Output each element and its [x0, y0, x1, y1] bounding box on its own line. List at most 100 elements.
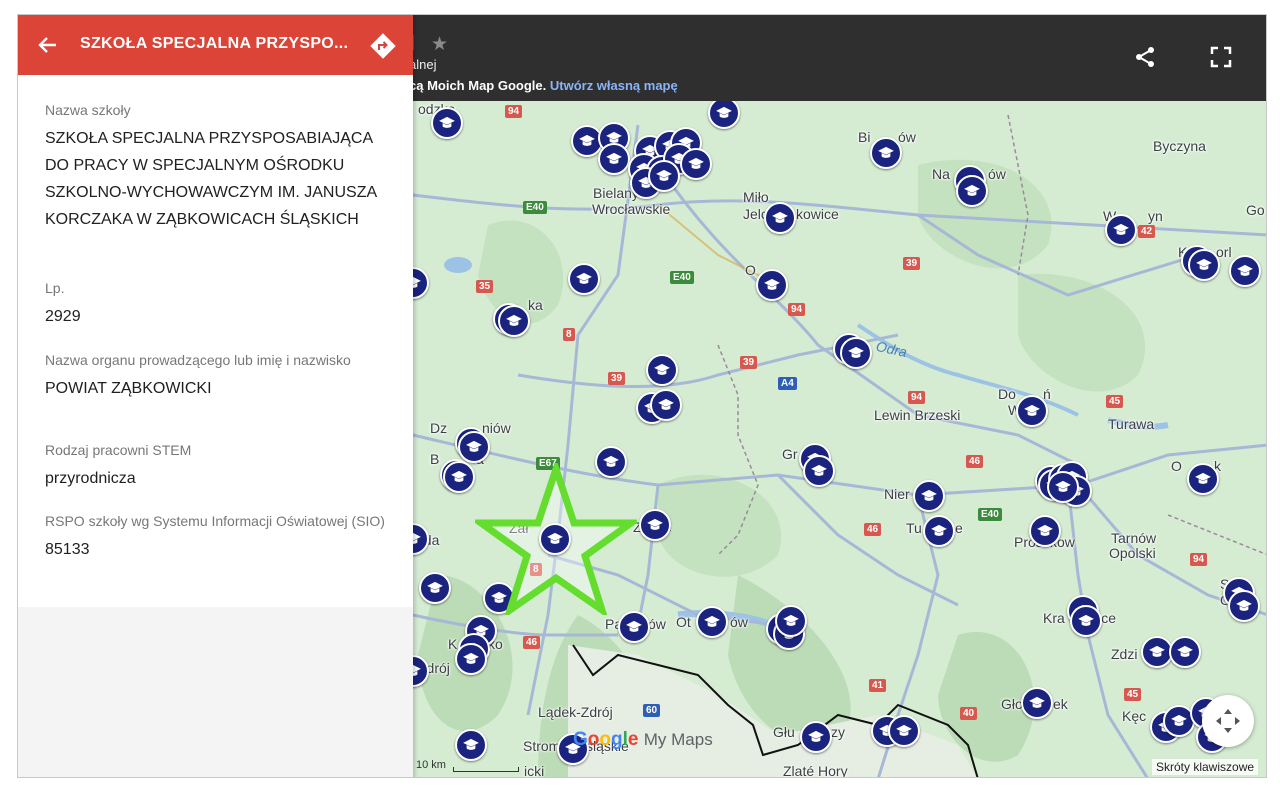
field-value: 2929: [45, 308, 81, 325]
school-marker[interactable]: [646, 354, 678, 386]
graduation-cap-icon: [606, 152, 622, 164]
school-marker[interactable]: [568, 263, 600, 295]
school-marker[interactable]: [840, 337, 872, 369]
field-organ: Nazwa organu prowadzącego lub imię i naz…: [45, 351, 390, 402]
graduation-cap-icon: [783, 614, 799, 626]
school-marker[interactable]: [498, 305, 530, 337]
place-label: Do: [998, 386, 1016, 402]
road-shield: 40: [960, 707, 978, 720]
place-label: zy: [831, 724, 845, 740]
school-marker[interactable]: [680, 148, 712, 180]
back-arrow-icon[interactable]: [36, 33, 60, 57]
graduation-cap-icon: [626, 620, 642, 632]
graduation-cap-icon: [658, 398, 674, 410]
place-label: Miło: [743, 189, 769, 205]
school-marker[interactable]: [455, 643, 487, 675]
place-label: Kęc: [1122, 708, 1147, 724]
school-marker[interactable]: [1047, 471, 1079, 503]
school-marker[interactable]: [870, 137, 902, 169]
school-marker[interactable]: [775, 605, 807, 637]
school-marker[interactable]: [458, 431, 490, 463]
school-marker[interactable]: [1021, 687, 1053, 719]
school-marker[interactable]: [443, 461, 475, 493]
field-value: przyrodnicza: [45, 470, 136, 487]
keyboard-shortcuts-link[interactable]: Skróty klawiszowe: [1152, 759, 1259, 775]
school-marker[interactable]: [598, 143, 630, 175]
place-label: Wrocławskie: [592, 201, 671, 217]
school-marker[interactable]: [1169, 636, 1201, 668]
place-label: Turawa: [1108, 416, 1155, 432]
share-icon[interactable]: [1133, 45, 1157, 69]
school-marker[interactable]: [455, 729, 487, 761]
graduation-cap-icon: [1029, 696, 1045, 708]
road-shield: 60: [643, 704, 661, 717]
graduation-cap-icon: [808, 730, 824, 742]
graduation-cap-icon: [1024, 404, 1040, 416]
school-marker[interactable]: [956, 175, 988, 207]
school-marker[interactable]: [431, 107, 463, 139]
recenter-button[interactable]: [1202, 695, 1254, 747]
graduation-cap-icon: [439, 116, 455, 128]
school-marker[interactable]: [803, 455, 835, 487]
school-marker[interactable]: [1187, 463, 1219, 495]
graduation-cap-icon: [654, 363, 670, 375]
school-marker[interactable]: [650, 389, 682, 421]
graduation-cap-icon: [964, 184, 980, 196]
school-marker[interactable]: [1016, 395, 1048, 427]
school-marker[interactable]: [888, 715, 920, 747]
graduation-cap-icon: [931, 524, 947, 536]
place-label: Bi: [858, 129, 871, 145]
road-shield: 46: [864, 523, 882, 536]
graduation-cap-icon: [764, 278, 780, 290]
graduation-cap-icon: [878, 146, 894, 158]
graduation-cap-icon: [463, 738, 479, 750]
graduation-cap-icon: [688, 157, 704, 169]
selected-school-marker[interactable]: [539, 523, 571, 555]
place-label: B: [430, 451, 440, 467]
star-icon[interactable]: ★: [431, 33, 448, 56]
school-marker[interactable]: [648, 160, 680, 192]
school-marker[interactable]: [1229, 255, 1261, 287]
school-marker[interactable]: [696, 606, 728, 638]
school-marker[interactable]: [1029, 515, 1061, 547]
school-marker[interactable]: [1228, 590, 1260, 622]
field-label: Nazwa organu prowadzącego lub imię i naz…: [45, 352, 351, 368]
map-title-bar: l ★ alnej cą Moich Map Google. Utwórz wł…: [409, 15, 1266, 101]
place-label: Gło: [1001, 696, 1023, 712]
school-marker[interactable]: [800, 721, 832, 753]
school-marker[interactable]: [1070, 605, 1102, 637]
school-marker[interactable]: [618, 611, 650, 643]
school-marker[interactable]: [639, 509, 671, 541]
place-label: Nier: [884, 486, 910, 502]
road-shield: E40: [670, 271, 694, 284]
school-marker[interactable]: [923, 515, 955, 547]
graduation-cap-icon: [576, 272, 592, 284]
road-shield: 46: [966, 455, 984, 468]
school-marker[interactable]: [764, 202, 796, 234]
school-marker[interactable]: [1188, 249, 1220, 281]
place-label: O: [745, 262, 756, 278]
school-marker[interactable]: [419, 572, 451, 604]
school-marker[interactable]: [756, 269, 788, 301]
road-shield: 94: [505, 105, 523, 118]
graduation-cap-icon: [1113, 223, 1129, 235]
road-shield: 39: [608, 372, 626, 385]
graduation-cap-icon: [811, 464, 827, 476]
road-shield: 94: [1190, 553, 1208, 566]
place-label: Lewin Brzeski: [874, 407, 961, 423]
road-shield: E40: [978, 508, 1002, 521]
graduation-cap-icon: [1037, 524, 1053, 536]
school-marker[interactable]: [913, 480, 945, 512]
create-map-link[interactable]: Utwórz własną mapę: [550, 78, 678, 93]
school-marker[interactable]: [1105, 214, 1137, 246]
field-value: 85133: [45, 541, 90, 558]
graduation-cap-icon: [921, 489, 937, 501]
fullscreen-icon[interactable]: [1209, 45, 1233, 69]
place-label: Lądek-Zdrój: [538, 704, 613, 720]
school-marker[interactable]: [708, 97, 740, 129]
road-shield: 41: [869, 679, 887, 692]
place-label: niów: [482, 420, 511, 436]
directions-icon[interactable]: [369, 32, 397, 60]
graduation-cap-icon: [656, 169, 672, 181]
graduation-cap-icon: [451, 470, 467, 482]
